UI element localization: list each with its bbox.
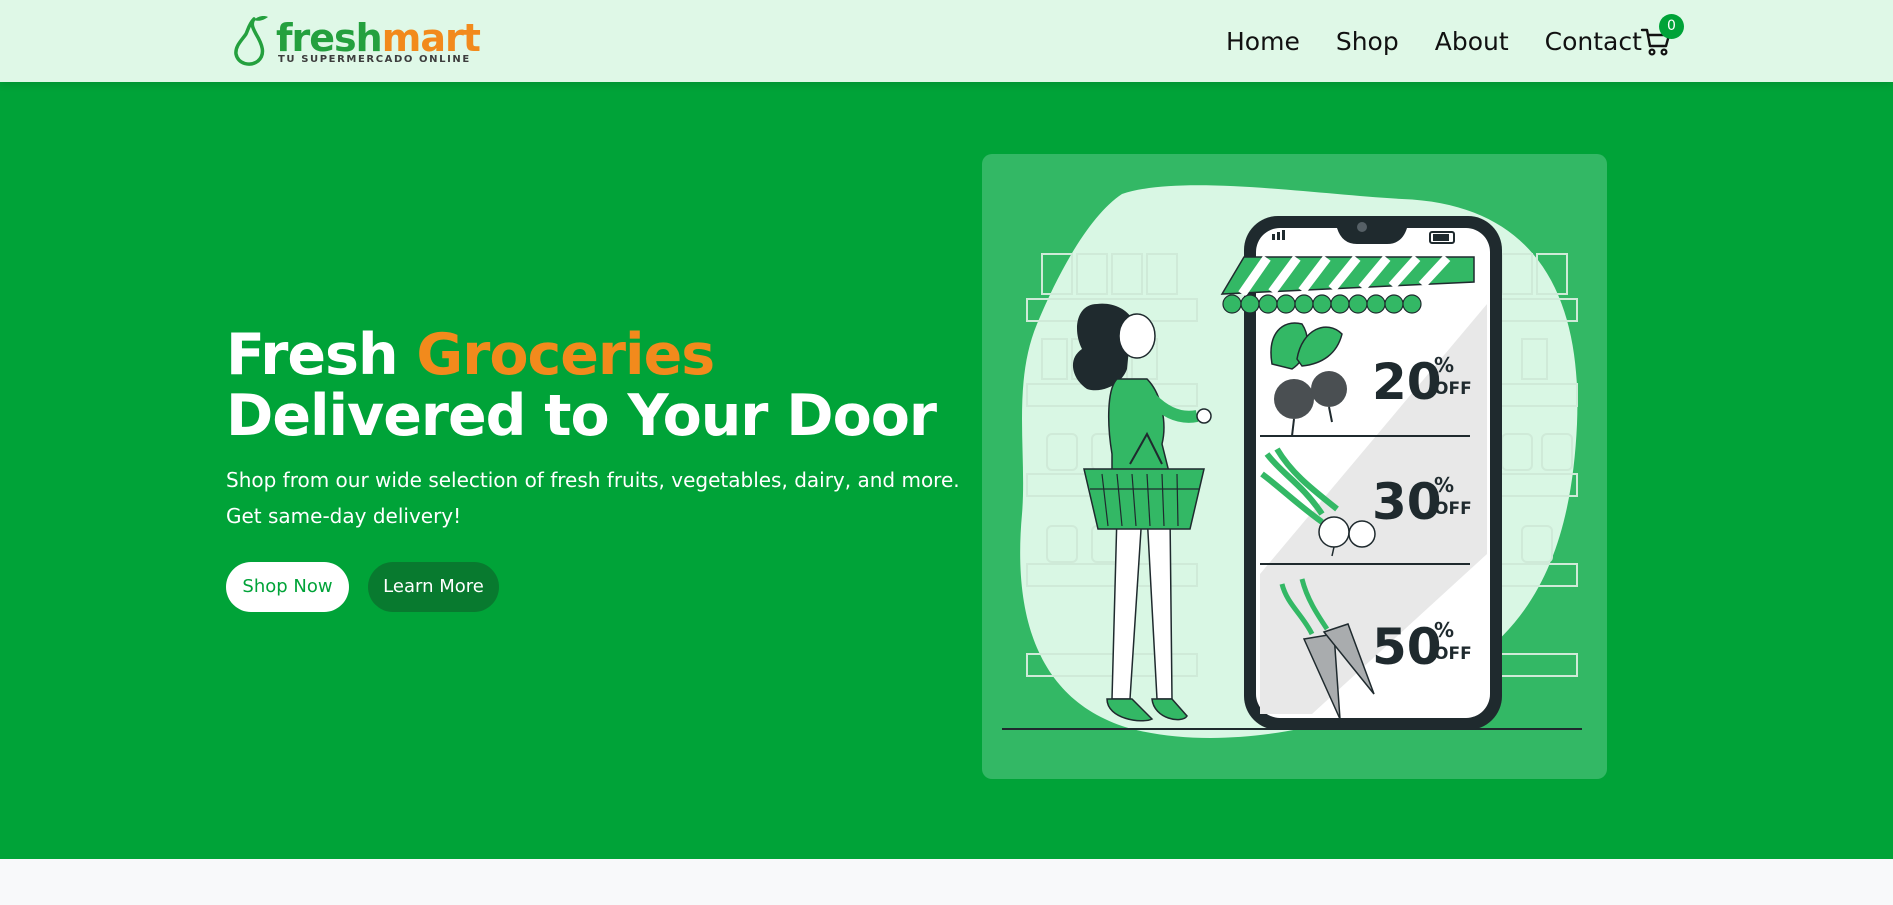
shopping-illustration: 20 % OFF 30 % OFF 50 % OFF bbox=[1002, 185, 1582, 738]
nav-link-contact[interactable]: Contact bbox=[1545, 22, 1642, 62]
offer-20-off: OFF bbox=[1434, 379, 1472, 399]
hero-title-accent: Groceries bbox=[416, 322, 715, 388]
offer-30-percent: % bbox=[1434, 473, 1454, 497]
offer-30-number: 30 bbox=[1372, 473, 1442, 531]
hero-title-part1: Fresh bbox=[226, 322, 417, 388]
hero-section: Fresh Groceries Delivered to Your Door S… bbox=[0, 82, 1893, 859]
offer-20-percent: % bbox=[1434, 353, 1454, 377]
nav-link-shop[interactable]: Shop bbox=[1336, 22, 1399, 62]
hero-subtitle: Shop from our wide selection of fresh fr… bbox=[226, 468, 960, 528]
next-section bbox=[0, 859, 1893, 905]
cart-count-badge: 0 bbox=[1659, 14, 1684, 39]
offer-50-number: 50 bbox=[1372, 618, 1442, 676]
offer-50-percent: % bbox=[1434, 618, 1454, 642]
offer-20-number: 20 bbox=[1372, 353, 1442, 411]
nav-link-about[interactable]: About bbox=[1435, 22, 1509, 62]
offer-30-off: OFF bbox=[1434, 499, 1472, 519]
main-nav: Home Shop About Contact bbox=[1226, 22, 1642, 62]
learn-more-button[interactable]: Learn More bbox=[368, 562, 499, 612]
cart-button[interactable]: 0 bbox=[1640, 14, 1684, 60]
pear-logo-icon bbox=[234, 16, 268, 66]
offer-50-off: OFF bbox=[1434, 644, 1472, 664]
brand-logo[interactable]: freshmart TU SUPERMERCADO ONLINE bbox=[232, 14, 481, 68]
hero-illustration: 20 % OFF 30 % OFF 50 % OFF bbox=[982, 154, 1607, 779]
hero-title-part2: Delivered to Your Door bbox=[226, 383, 937, 449]
phone-graphic: 20 % OFF 30 % OFF 50 % OFF bbox=[1220, 216, 1502, 730]
nav-link-home[interactable]: Home bbox=[1226, 22, 1300, 62]
brand-tagline: TU SUPERMERCADO ONLINE bbox=[278, 54, 471, 65]
hero-title: Fresh Groceries Delivered to Your Door bbox=[226, 325, 986, 447]
navbar: freshmart TU SUPERMERCADO ONLINE Home Sh… bbox=[0, 0, 1893, 82]
shop-now-button[interactable]: Shop Now bbox=[226, 562, 349, 612]
